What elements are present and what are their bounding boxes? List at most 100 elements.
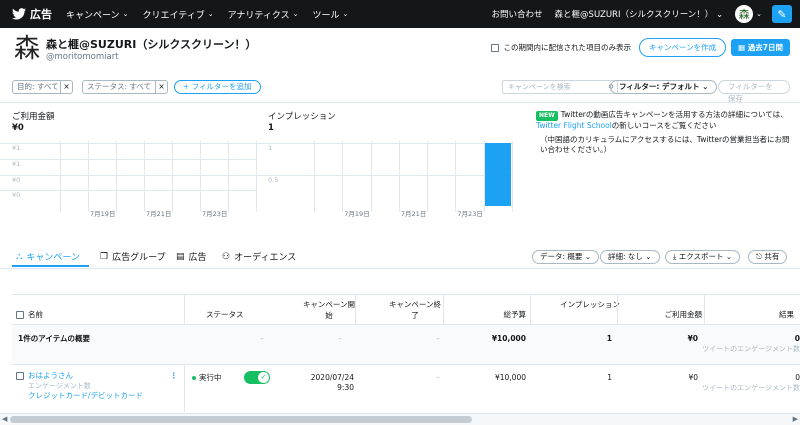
save-filter-button[interactable]: フィルターを保存 [718, 80, 790, 103]
close-icon[interactable]: × [60, 81, 72, 93]
x-tick-label: 7月23日 [457, 210, 483, 218]
y-tick-label: ¥1 [12, 144, 21, 152]
chart-bar [484, 143, 511, 206]
summary-impressions: 1 [606, 334, 612, 343]
gridline [228, 141, 229, 212]
add-filter-button[interactable]: + フィルターを追加 [174, 80, 261, 94]
audience-icon: ⚇ [222, 251, 231, 262]
x-tick-label: 7月21日 [146, 210, 172, 218]
nav-analytics[interactable]: アナリティクス ⌄ [228, 8, 299, 21]
row-checkbox[interactable] [16, 372, 24, 380]
row-spend: ¥0 [688, 373, 698, 382]
x-tick-label: 7月23日 [202, 210, 228, 218]
row-start-date: 2020/07/24 [310, 373, 354, 382]
scroll-right-icon[interactable]: ▶ [793, 415, 798, 423]
tab-ads[interactable]: ▤ 広告 [176, 250, 207, 264]
row-results-sub: ツイートのエンゲージメント数 [702, 384, 800, 392]
column-header-budget[interactable]: 総予算 [452, 309, 527, 320]
scrollbar-thumb[interactable] [10, 416, 472, 423]
y-tick-label: ¥1 [12, 159, 21, 168]
filter-default-dropdown[interactable]: フィルター: デフォルト ⌄ [610, 80, 718, 94]
share-button[interactable]: ⎋ 共有 [748, 250, 788, 264]
y-tick-label: ¥0 [12, 175, 21, 184]
y-tick-label: 1 [268, 144, 273, 152]
date-range-button[interactable]: ▦ 過去7日間 [731, 39, 790, 56]
filter-bar: 目的: すべて × ステータス: すべて × + フィルターを追加 キャンペーンを検… [12, 80, 790, 103]
row-impressions: 1 [607, 373, 612, 382]
summary-results: 0 [794, 334, 800, 343]
scroll-left-icon[interactable]: ◀ [2, 415, 7, 423]
notice-panel: NEW Twitterの動画広告キャンペーンを活用する方法の詳細については、Twi… [536, 110, 794, 155]
checkbox[interactable] [491, 43, 500, 52]
flight-school-link[interactable]: Twitter Flight School [536, 121, 612, 130]
chevron-down-icon[interactable]: ⌄ [756, 10, 762, 18]
chart-point [73, 205, 75, 207]
summary-row: 1件のアイテムの概要 – – – ¥10,000 1 ¥0 0 ツイートのエンゲ… [12, 324, 800, 364]
help-link[interactable]: お問い合わせ [492, 8, 543, 20]
avatar[interactable]: 森 [735, 5, 754, 23]
tab-campaigns[interactable]: ⛬ キャンペーン [16, 250, 80, 264]
column-header-impressions[interactable]: インプレッション [560, 299, 620, 310]
column-header-name[interactable]: 名前 [16, 309, 43, 320]
payment-method-link[interactable]: クレジットカード/デビットカード [28, 391, 143, 401]
check-icon: ✓ [258, 372, 269, 383]
gridline [88, 141, 89, 212]
objective-filter-chip[interactable]: 目的: すべて × [12, 80, 73, 94]
chart-point [185, 205, 187, 207]
horizontal-scrollbar[interactable]: ◀ ▶ [0, 413, 800, 425]
chevron-down-icon: ⌄ [122, 10, 129, 18]
chevron-down-icon: ⌄ [342, 10, 349, 18]
row-end-date: – [436, 373, 440, 382]
gridline [342, 141, 344, 212]
column-header-spend[interactable]: ご利用金額 [624, 309, 703, 320]
status-badge: 実行中 [192, 373, 222, 383]
account-menu[interactable]: 森と榧@SUZURI（シルクスクリーン！） ⌄ [555, 8, 724, 20]
summary-name: 1件のアイテムの概要 [18, 334, 90, 343]
tab-adgroups[interactable]: ❐ 広告グループ [100, 250, 166, 264]
create-campaign-button[interactable]: キャンペーンを作成 [638, 38, 727, 57]
nav-campaigns[interactable]: キャンペーン ⌄ [66, 8, 128, 21]
nav-tools[interactable]: ツール ⌄ [312, 8, 348, 21]
nav-creatives[interactable]: クリエイティブ ⌄ [142, 8, 213, 21]
y-tick-label: ¥0 [12, 191, 21, 200]
notice-subtext: （中国語のカリキュラムにアクセスするには、Twitterの営業担当者にお問い合わ… [540, 135, 790, 154]
export-dropdown[interactable]: ⤓ エクスポート ⌄ [665, 250, 741, 264]
divider [617, 294, 618, 324]
select-all-checkbox[interactable] [16, 310, 24, 319]
twitter-ads-logo[interactable]: 広告 [12, 6, 52, 22]
column-header-results[interactable]: 結果 [732, 309, 794, 320]
gridline [172, 141, 173, 212]
campaign-name-link[interactable]: おはようさん [28, 371, 73, 381]
more-options-icon[interactable]: ⋮ [170, 371, 178, 381]
tab-audiences[interactable]: ⚇ オーディエンス [222, 250, 296, 264]
gridline [200, 141, 201, 212]
table-header: 名前 ステータス キャンペーン開始 キャンペーン終了 総予算 インプレッション … [12, 294, 800, 324]
column-header-end[interactable]: キャンペーン終了 [388, 299, 442, 321]
gridline [116, 141, 117, 212]
gridline [512, 141, 513, 212]
campaign-search-input[interactable]: キャンペーンを検索 ⚲ [502, 80, 618, 94]
period-only-checkbox[interactable]: この期間内に配信された項目のみ表示 [491, 42, 631, 53]
close-icon[interactable]: × [155, 81, 167, 93]
status-toggle[interactable]: ✓ [244, 371, 270, 384]
calendar-icon: ▦ [738, 43, 748, 52]
row-budget: ¥10,000 [494, 373, 526, 382]
status-filter-chip[interactable]: ステータス: すべて × [82, 80, 168, 94]
table-row[interactable]: おはようさん エンゲージメント数 クレジットカード/デビットカード ⋮ 実行中 … [12, 364, 800, 412]
gridline [0, 190, 256, 192]
status-dot [192, 376, 196, 380]
summary-budget: ¥10,000 [491, 334, 526, 343]
data-dropdown[interactable]: データ: 概要 ⌄ [532, 250, 600, 264]
impressions-chart: 1 0.5 7月19日 7月21日 7月23日 [256, 138, 513, 220]
column-header-status[interactable]: ステータス [206, 309, 244, 320]
detail-dropdown[interactable]: 詳細: なし ⌄ [600, 250, 660, 264]
chart-point [157, 205, 159, 207]
megaphone-icon: ⛬ [16, 251, 23, 262]
gridline [427, 141, 429, 212]
row-start-time: 9:30 [337, 383, 354, 392]
compose-icon[interactable]: ✎ [772, 5, 792, 23]
divider [0, 102, 800, 103]
divider [0, 268, 800, 269]
column-header-start[interactable]: キャンペーン開始 [302, 299, 356, 321]
gridline [0, 174, 256, 176]
